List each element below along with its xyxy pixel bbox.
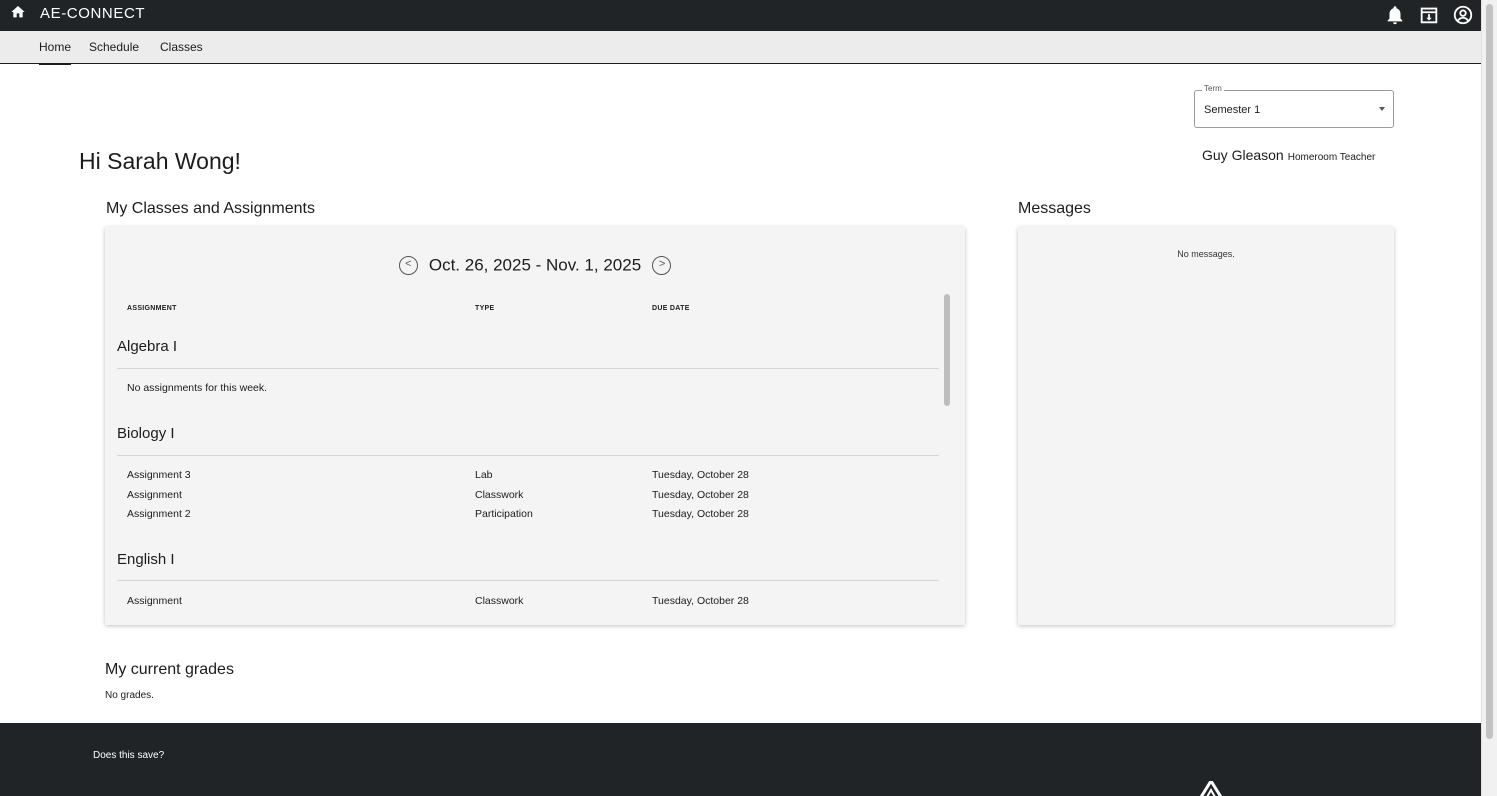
messages-heading: Messages bbox=[1018, 200, 1091, 217]
teacher-name: Guy Gleason bbox=[1202, 147, 1284, 163]
homeroom-teacher: Guy Gleason Homeroom Teacher bbox=[1202, 147, 1375, 163]
group-divider bbox=[117, 580, 939, 581]
classes-card: < Oct. 26, 2025 - Nov. 1, 2025 > ASSIGNM… bbox=[105, 227, 965, 625]
assignment-type: Classwork bbox=[475, 489, 524, 501]
week-navigator: < Oct. 26, 2025 - Nov. 1, 2025 > bbox=[105, 255, 965, 276]
footer-note: Does this save? bbox=[93, 750, 165, 761]
term-label: Term bbox=[1202, 84, 1224, 93]
app-title[interactable]: AE-CONNECT bbox=[40, 5, 145, 22]
assignment-due-date: Tuesday, October 28 bbox=[652, 508, 749, 520]
group-divider bbox=[117, 368, 939, 369]
assignments-scrollbar[interactable] bbox=[943, 294, 953, 606]
term-value: Semester 1 bbox=[1204, 104, 1261, 116]
top-app-bar: AE-CONNECT bbox=[0, 0, 1481, 31]
assignment-name[interactable]: Assignment 3 bbox=[127, 469, 191, 481]
chevron-right-circle-icon[interactable]: > bbox=[651, 256, 671, 276]
no-messages-text: No messages. bbox=[1177, 249, 1235, 259]
column-header-due-date: DUE DATE bbox=[652, 305, 690, 312]
classes-heading: My Classes and Assignments bbox=[106, 200, 315, 217]
grades-heading: My current grades bbox=[105, 661, 234, 678]
bell-icon[interactable] bbox=[1384, 4, 1406, 26]
assignment-due-date: Tuesday, October 28 bbox=[652, 595, 749, 606]
page-scrollbar-thumb[interactable] bbox=[1486, 4, 1493, 739]
logo-icon bbox=[1199, 781, 1223, 796]
empty-assignments-text: No assignments for this week. bbox=[127, 382, 268, 394]
assignment-type: Participation bbox=[475, 508, 533, 520]
class-group-title: Biology I bbox=[117, 425, 175, 442]
assignments-scrollbar-thumb[interactable] bbox=[944, 294, 950, 406]
column-header-assignment: ASSIGNMENT bbox=[127, 305, 177, 312]
no-grades-text: No grades. bbox=[105, 690, 154, 701]
page-scrollbar[interactable] bbox=[1481, 0, 1497, 796]
assignment-name[interactable]: Assignment bbox=[127, 595, 182, 606]
group-divider bbox=[117, 455, 939, 456]
assignment-type: Lab bbox=[475, 469, 493, 481]
account-circle-icon[interactable] bbox=[1452, 4, 1474, 26]
column-header-type: TYPE bbox=[475, 305, 495, 312]
messages-card: No messages. bbox=[1018, 227, 1394, 625]
assignments-table: ASSIGNMENT TYPE DUE DATE Algebra I No as… bbox=[117, 291, 955, 606]
assignment-type: Classwork bbox=[475, 595, 524, 606]
footer: Does this save? bbox=[0, 723, 1481, 796]
class-group-title: Algebra I bbox=[117, 338, 178, 355]
tab-schedule[interactable]: Schedule bbox=[89, 40, 139, 54]
assignment-name[interactable]: Assignment 2 bbox=[127, 508, 191, 520]
home-icon[interactable] bbox=[10, 4, 26, 20]
greeting-heading: Hi Sarah Wong! bbox=[79, 148, 241, 174]
tab-classes[interactable]: Classes bbox=[160, 40, 203, 54]
assignment-name[interactable]: Assignment bbox=[127, 489, 182, 501]
tab-home[interactable]: Home bbox=[39, 40, 72, 65]
dropdown-caret-icon bbox=[1379, 107, 1385, 111]
assignment-due-date: Tuesday, October 28 bbox=[652, 489, 749, 501]
week-range-label: Oct. 26, 2025 - Nov. 1, 2025 bbox=[428, 255, 642, 275]
assignment-due-date: Tuesday, October 28 bbox=[652, 469, 749, 481]
page-tabs: Home Schedule Classes bbox=[0, 31, 1481, 65]
term-select[interactable]: Term Semester 1 bbox=[1194, 84, 1394, 128]
class-group-title: English I bbox=[117, 551, 175, 568]
teacher-role: Homeroom Teacher bbox=[1287, 152, 1376, 163]
chevron-left-circle-icon[interactable]: < bbox=[399, 256, 419, 276]
download-box-icon[interactable] bbox=[1418, 4, 1440, 26]
